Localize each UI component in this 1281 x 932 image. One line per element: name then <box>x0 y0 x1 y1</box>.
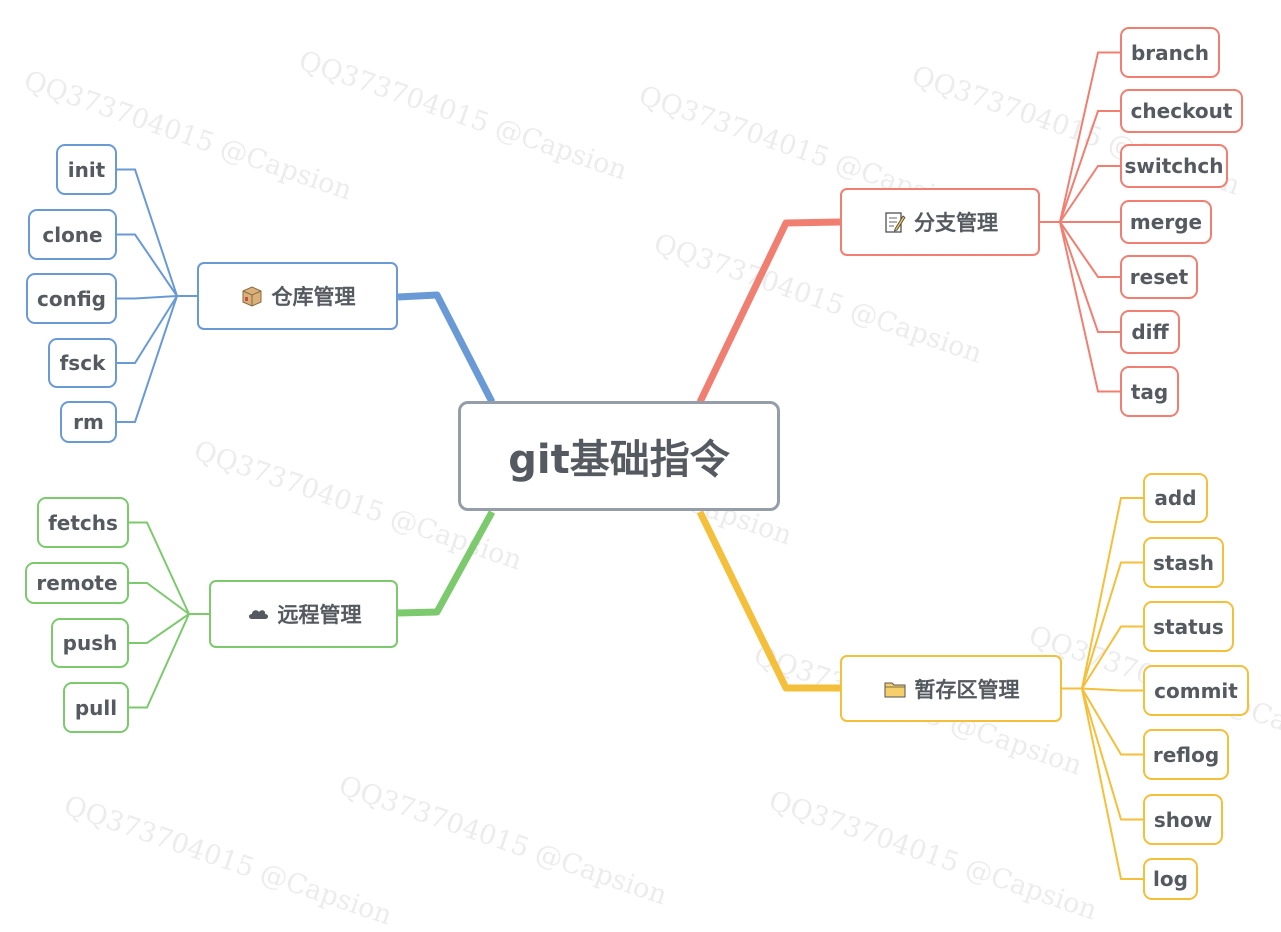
leaf-fsck[interactable]: fsck <box>48 338 117 388</box>
trunk-edge-stage <box>696 510 840 692</box>
leaf-edge-remote <box>129 582 190 615</box>
leaf-config[interactable]: config <box>26 273 117 324</box>
leaf-switchch[interactable]: switchch <box>1120 144 1228 188</box>
branch-label: 暂存区管理 <box>914 677 1020 702</box>
leaf-push[interactable]: push <box>51 618 129 668</box>
leaf-edge-fsck <box>117 295 178 364</box>
branch-node-stage[interactable]: 暂存区管理 <box>840 655 1062 722</box>
folder-icon <box>883 677 907 701</box>
leaf-edge-pull <box>129 613 190 709</box>
leaf-stash[interactable]: stash <box>1143 537 1224 588</box>
memo-icon <box>882 210 906 234</box>
leaf-remote[interactable]: remote <box>25 562 129 604</box>
leaf-edge-init <box>117 168 178 297</box>
branch-node-branch[interactable]: 分支管理 <box>840 188 1040 256</box>
package-icon <box>240 284 264 308</box>
leaf-add[interactable]: add <box>1143 473 1208 523</box>
leaf-edge-config <box>117 295 178 300</box>
branch-label: 仓库管理 <box>271 285 356 309</box>
root-node[interactable]: git基础指令 <box>458 401 780 511</box>
leaf-reset[interactable]: reset <box>1120 255 1198 299</box>
leaf-merge[interactable]: merge <box>1120 200 1212 244</box>
leaf-init[interactable]: init <box>56 144 117 195</box>
branch-label: 远程管理 <box>277 603 362 627</box>
leaf-log[interactable]: log <box>1143 858 1198 900</box>
leaf-checkout[interactable]: checkout <box>1120 89 1243 133</box>
leaf-pull[interactable]: pull <box>63 682 129 733</box>
branch-label: 分支管理 <box>914 211 998 235</box>
leaf-branch[interactable]: branch <box>1120 27 1220 78</box>
leaf-edge-fetchs <box>129 521 190 615</box>
leaf-status[interactable]: status <box>1143 601 1234 652</box>
branch-node-repo[interactable]: 仓库管理 <box>197 262 398 330</box>
leaf-show[interactable]: show <box>1143 794 1223 845</box>
leaf-fetchs[interactable]: fetchs <box>37 497 129 548</box>
leaf-edge-commit <box>1081 687 1143 692</box>
leaf-diff[interactable]: diff <box>1120 310 1180 354</box>
leaf-edge-push <box>129 613 190 644</box>
trunk-edge-repo <box>397 291 496 404</box>
cloud-icon <box>246 602 270 626</box>
leaf-edge-rm <box>117 295 178 423</box>
leaf-clone[interactable]: clone <box>28 209 117 260</box>
leaf-edge-clone <box>117 233 178 297</box>
leaf-tag[interactable]: tag <box>1120 366 1179 417</box>
trunk-edge-remote <box>397 510 496 617</box>
branch-node-remote[interactable]: 远程管理 <box>209 580 398 648</box>
leaf-commit[interactable]: commit <box>1143 665 1249 716</box>
leaf-reflog[interactable]: reflog <box>1143 729 1229 780</box>
leaf-rm[interactable]: rm <box>60 401 117 443</box>
mind-map-canvas: QQ373704015 @Capsion QQ373704015 @Capsio… <box>0 0 1281 932</box>
trunk-edge-branch <box>696 218 841 404</box>
